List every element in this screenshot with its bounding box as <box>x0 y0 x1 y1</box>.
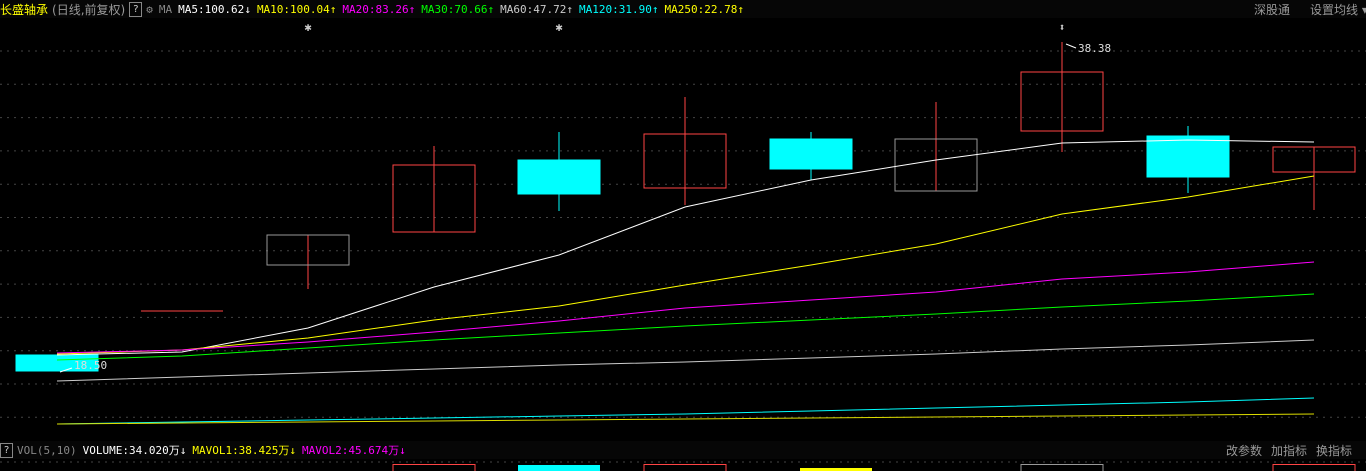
volume-indicator-name: VOL(5,10) <box>17 443 77 457</box>
low-price-label: 18.50 <box>74 359 107 372</box>
ma-line <box>56 293 1315 361</box>
volume-help-button[interactable]: ? <box>0 442 13 458</box>
arrow-down-icon: ↓ <box>289 443 297 457</box>
ma-line <box>56 413 1315 425</box>
volume-bar <box>1020 464 1104 471</box>
volume-bar <box>643 464 727 471</box>
high-price-label: 38.38 <box>1078 42 1111 55</box>
arrow-down-icon: ↓ <box>399 443 406 457</box>
mavol1-value: MAVOL1:38.425万 <box>192 444 290 457</box>
arrow-down-icon: ↓ <box>179 443 187 457</box>
volume-bar <box>392 464 476 471</box>
marker: ⬍ <box>1059 21 1066 34</box>
high-pointer <box>1065 43 1077 49</box>
volume-value: VOLUME:34.020万 <box>82 444 180 457</box>
star-marker: ✱ <box>304 20 311 34</box>
candle-body <box>517 159 601 195</box>
candle-body <box>1146 135 1230 178</box>
candlestick-chart[interactable]: ✱ ✱ ⬍ 38.38 18.50 <box>0 0 1366 471</box>
ma-line <box>56 397 1315 425</box>
volume-bar <box>1272 464 1356 471</box>
add-indicator-button[interactable]: 加指标 <box>1271 442 1307 459</box>
ma-line <box>56 261 1315 354</box>
candle-body <box>769 138 853 170</box>
mavol2-value: MAVOL2:45.674万 <box>302 444 400 457</box>
edit-params-button[interactable]: 改参数 <box>1226 442 1262 459</box>
star-marker: ✱ <box>555 20 562 34</box>
volume-header: ? VOL(5,10) VOLUME:34.020万 ↓ MAVOL1:38.42… <box>0 441 1366 459</box>
volume-bar <box>518 465 600 471</box>
switch-indicator-button[interactable]: 换指标 <box>1316 442 1352 459</box>
